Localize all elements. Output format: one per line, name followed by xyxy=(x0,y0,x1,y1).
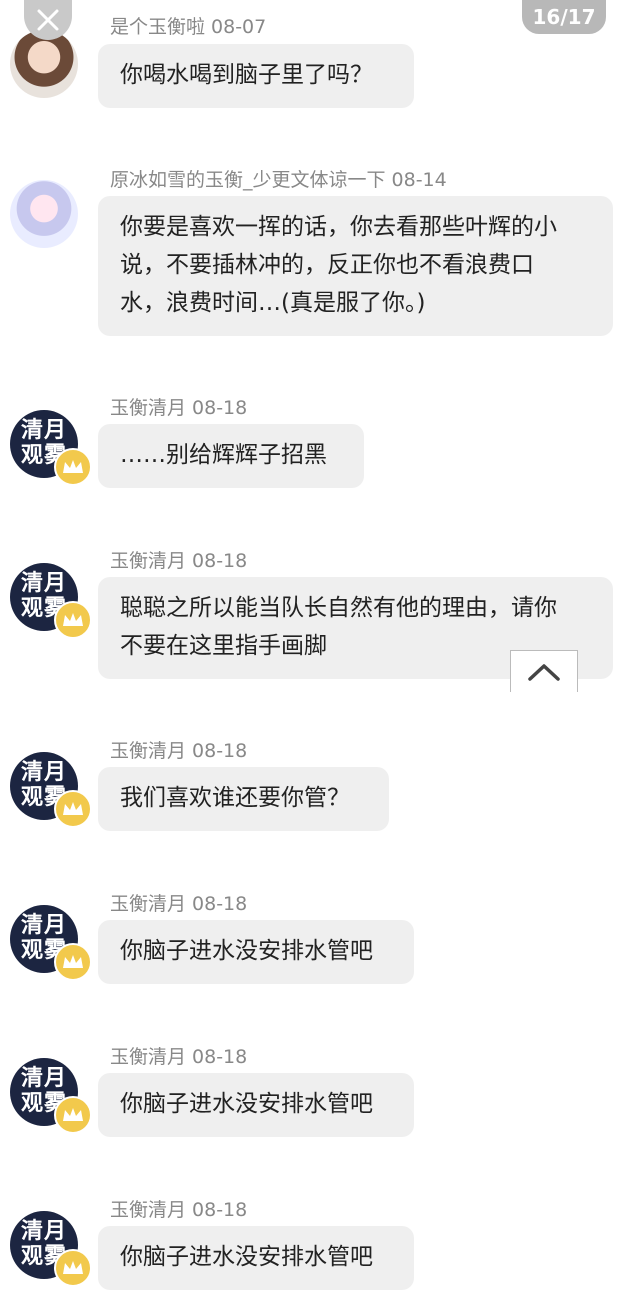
comment-text: 我们喜欢谁还要你管？ xyxy=(120,785,350,811)
comment-bubble[interactable]: 我们喜欢谁还要你管？ xyxy=(98,767,389,831)
comment-text-line: 水，浪费时间…(真是服了你。) xyxy=(120,290,426,316)
comment-text-line: 聪聪之所以能当队长自然有他的理由，请你 xyxy=(120,595,557,621)
comment-text: 你喝水喝到脑子里了吗？ xyxy=(120,62,373,88)
comment-meta: 玉衡清月 08-18 xyxy=(110,1195,247,1222)
comment-date: 08-14 xyxy=(391,169,447,191)
comment-text: 你脑子进水没安排水管吧 xyxy=(120,938,373,964)
crown-icon xyxy=(54,943,92,981)
author-name[interactable]: 玉衡清月 xyxy=(110,893,186,915)
comment-meta: 玉衡清月 08-18 xyxy=(110,736,247,763)
chevron-up-icon xyxy=(528,663,560,681)
crown-icon xyxy=(54,1096,92,1134)
comment-bubble[interactable]: 你脑子进水没安排水管吧 xyxy=(98,1073,414,1137)
comment-bubble[interactable]: 你脑子进水没安排水管吧 xyxy=(98,1226,414,1290)
comment-date: 08-18 xyxy=(192,550,248,572)
close-button[interactable] xyxy=(24,0,72,40)
author-name[interactable]: 玉衡清月 xyxy=(110,1199,186,1221)
comment-date: 08-07 xyxy=(211,16,267,38)
close-icon xyxy=(37,9,59,31)
comment-text: 你脑子进水没安排水管吧 xyxy=(120,1091,373,1117)
comment-text-line: 说，不要插林冲的，反正你也不看浪费口 xyxy=(120,252,534,278)
comment-date: 08-18 xyxy=(192,740,248,762)
comment-bubble[interactable]: 你喝水喝到脑子里了吗？ xyxy=(98,44,414,108)
comment-bubble[interactable]: 你要是喜欢一挥的话，你去看那些叶辉的小 说，不要插林冲的，反正你也不看浪费口 水… xyxy=(98,196,613,336)
crown-icon xyxy=(54,601,92,639)
comment-meta: 玉衡清月 08-18 xyxy=(110,1042,247,1069)
author-name[interactable]: 玉衡清月 xyxy=(110,397,186,419)
comment-meta: 原冰如雪的玉衡_少更文体谅一下 08-14 xyxy=(110,165,447,192)
comment-date: 08-18 xyxy=(192,1199,248,1221)
comment-bubble[interactable]: 你脑子进水没安排水管吧 xyxy=(98,920,414,984)
comment-text-line: 你要是喜欢一挥的话，你去看那些叶辉的小 xyxy=(120,214,557,240)
comment-bubble[interactable]: ……别给辉辉子招黑 xyxy=(98,424,364,488)
comment-meta: 玉衡清月 08-18 xyxy=(110,889,247,916)
comment-meta: 是个玉衡啦 08-07 xyxy=(110,12,266,39)
avatar[interactable] xyxy=(10,180,78,248)
comment-date: 08-18 xyxy=(192,397,248,419)
author-name[interactable]: 是个玉衡啦 xyxy=(110,16,205,38)
crown-icon xyxy=(54,1249,92,1287)
comment-date: 08-18 xyxy=(192,1046,248,1068)
comment-text: 你脑子进水没安排水管吧 xyxy=(120,1244,373,1270)
comment-meta: 玉衡清月 08-18 xyxy=(110,546,247,573)
comment-date: 08-18 xyxy=(192,893,248,915)
page-indicator: 16/17 xyxy=(522,0,606,34)
crown-icon xyxy=(54,448,92,486)
author-name[interactable]: 原冰如雪的玉衡_少更文体谅一下 xyxy=(110,169,386,191)
comment-text: ……别给辉辉子招黑 xyxy=(120,442,327,468)
author-name[interactable]: 玉衡清月 xyxy=(110,550,186,572)
crown-icon xyxy=(54,790,92,828)
avatar[interactable] xyxy=(10,30,78,98)
author-name[interactable]: 玉衡清月 xyxy=(110,1046,186,1068)
comment-meta: 玉衡清月 08-18 xyxy=(110,393,247,420)
scroll-up-button[interactable] xyxy=(510,650,578,692)
author-name[interactable]: 玉衡清月 xyxy=(110,740,186,762)
